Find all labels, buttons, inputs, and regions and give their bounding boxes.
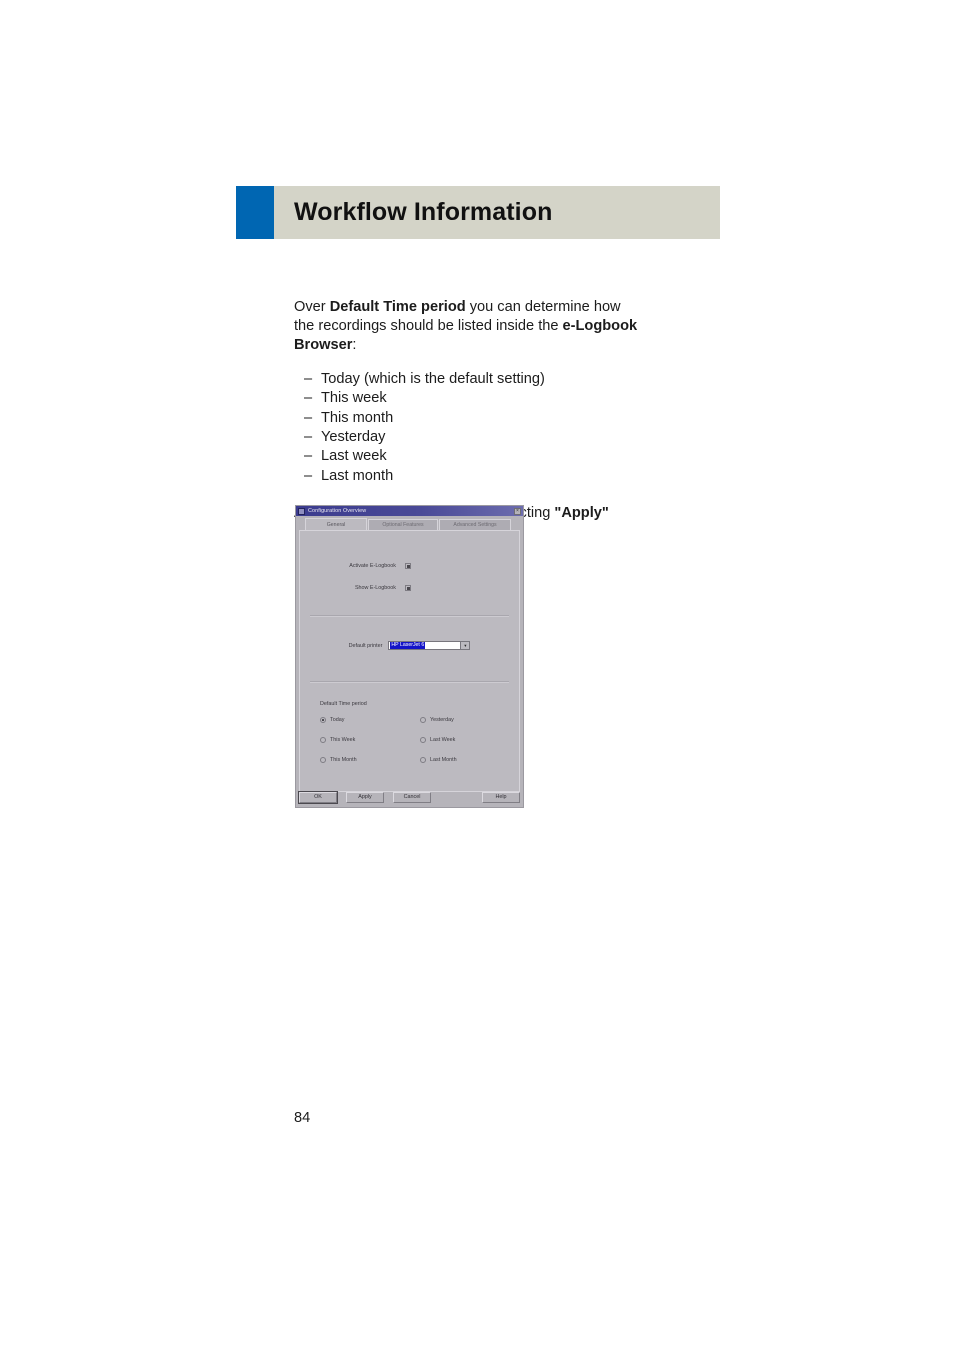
dialog-tabstrip: General Optional Features Advanced Setti… (299, 518, 520, 530)
activate-elogbook-row: Activate E-Logbook (334, 563, 411, 569)
radio-yesterday[interactable]: Yesterday (420, 717, 510, 723)
tab-optional-features[interactable]: Optional Features (368, 519, 438, 530)
show-elogbook-checkbox[interactable] (405, 585, 411, 591)
tab-general[interactable]: General (305, 518, 367, 530)
help-button[interactable]: Help (482, 791, 520, 803)
apply-button[interactable]: Apply (346, 791, 384, 803)
radio-last-week-label: Last Week (430, 737, 456, 743)
list-item-label: This week (321, 390, 387, 407)
bullet-dash: – (304, 371, 313, 388)
radio-today[interactable]: Today (320, 717, 420, 723)
radio-today-indicator[interactable] (320, 717, 326, 723)
radio-last-month-indicator[interactable] (420, 757, 426, 763)
radio-this-month-label: This Month (330, 757, 357, 763)
bullet-dash: – (304, 467, 313, 484)
intro-bold-default-time-period: Default Time period (329, 298, 466, 315)
list-item-label: Today (which is the default setting) (321, 371, 545, 388)
radio-this-month-indicator[interactable] (320, 757, 326, 763)
closing-bold-apply: "Apply" (554, 504, 609, 521)
default-time-period-group-label: Default Time period (320, 701, 367, 707)
radio-last-week-indicator[interactable] (420, 737, 426, 743)
radio-last-week[interactable]: Last Week (420, 737, 510, 743)
dialog-body: General Optional Features Advanced Setti… (296, 516, 523, 807)
list-item: – This month (294, 409, 694, 428)
list-item: – This week (294, 389, 694, 408)
page-title: Workflow Information (294, 198, 553, 226)
ok-button[interactable]: OK (299, 791, 337, 803)
cancel-button[interactable]: Cancel (393, 791, 431, 803)
dialog-button-bar: OK Apply Cancel Help (299, 790, 520, 804)
header-accent-bar (236, 186, 274, 239)
bullet-dash: – (304, 428, 313, 445)
intro-suffix: : (352, 337, 357, 354)
tab-advanced-settings[interactable]: Advanced Settings (439, 519, 511, 530)
radio-today-label: Today (330, 717, 345, 723)
list-item: – Yesterday (294, 428, 694, 447)
default-time-period-radio-group: Today Yesterday This Week Last Week This… (320, 717, 510, 763)
intro-prefix: Over (294, 298, 330, 315)
close-icon[interactable]: × (514, 507, 521, 515)
activate-elogbook-label: Activate E-Logbook (349, 563, 396, 569)
divider-lower (310, 681, 509, 683)
bullet-dash: – (304, 448, 313, 465)
bullet-dash: – (304, 409, 313, 426)
show-elogbook-label: Show E-Logbook (354, 585, 396, 591)
configuration-overview-dialog-screenshot: Configuration Overview × General Optiona… (295, 505, 524, 808)
intro-paragraph: Over Default Time period you can determi… (294, 298, 639, 356)
list-item-label: Last month (321, 467, 394, 484)
content-area: Over Default Time period you can determi… (294, 283, 694, 538)
dialog-title: Configuration Overview (308, 508, 367, 514)
radio-last-month[interactable]: Last Month (420, 757, 510, 763)
list-item-label: This month (321, 409, 394, 426)
radio-this-week-indicator[interactable] (320, 737, 326, 743)
default-printer-value: HP LaserJet 6 (390, 642, 426, 649)
divider-upper (310, 615, 509, 617)
dialog-titlebar: Configuration Overview × (296, 506, 523, 516)
chevron-down-icon[interactable]: ▾ (460, 642, 470, 649)
list-item: – Last week (294, 447, 694, 466)
radio-yesterday-indicator[interactable] (420, 717, 426, 723)
radio-yesterday-label: Yesterday (430, 717, 454, 723)
list-item-label: Yesterday (321, 428, 386, 445)
bullet-dash: – (304, 390, 313, 407)
default-printer-row: Default printer HP LaserJet 6 ▾ (300, 641, 519, 650)
show-elogbook-row: Show E-Logbook (334, 585, 411, 591)
page-header: Workflow Information (236, 186, 720, 239)
page-number: 84 (294, 1110, 311, 1126)
list-item: – Today (which is the default setting) (294, 370, 694, 389)
default-printer-label: Default printer (348, 642, 383, 649)
radio-last-month-label: Last Month (430, 757, 457, 763)
radio-this-month[interactable]: This Month (320, 757, 420, 763)
dialog-tab-page-general: Activate E-Logbook Show E-Logbook Defaul… (299, 530, 520, 792)
radio-this-week-label: This Week (330, 737, 356, 743)
header-band: Workflow Information (274, 186, 720, 239)
default-printer-value-wrap: HP LaserJet 6 (389, 642, 460, 649)
radio-this-week[interactable]: This Week (320, 737, 420, 743)
time-period-options-list: – Today (which is the default setting) – T… (294, 370, 694, 486)
list-item: – Last month (294, 467, 694, 486)
list-item-label: Last week (321, 448, 387, 465)
activate-elogbook-checkbox[interactable] (405, 563, 411, 569)
window-icon (298, 507, 305, 515)
default-printer-select[interactable]: HP LaserJet 6 ▾ (388, 641, 471, 650)
